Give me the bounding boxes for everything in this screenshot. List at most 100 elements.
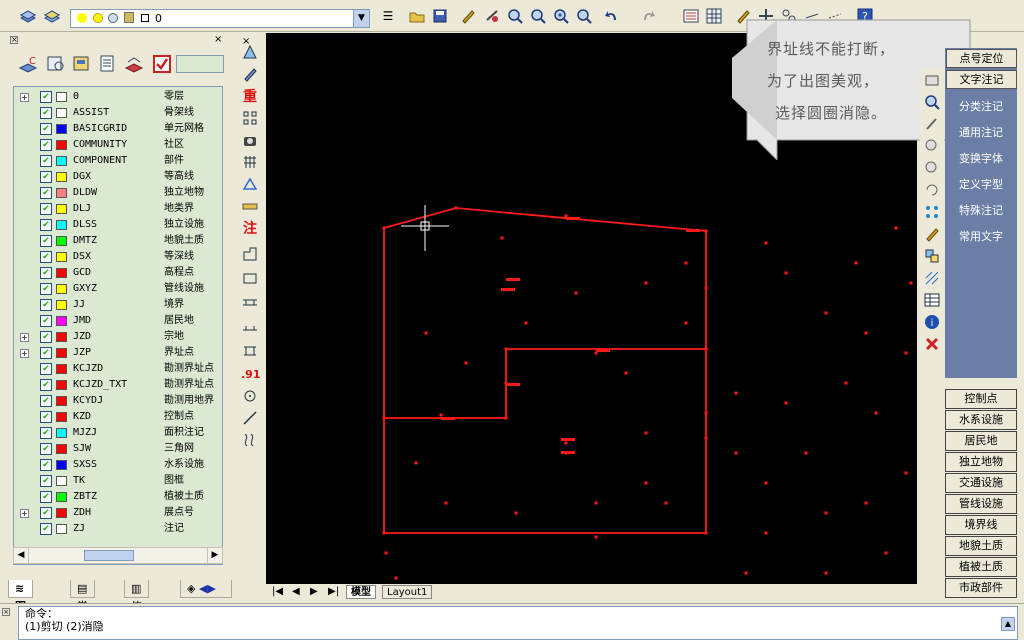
layer-row[interactable]: + ✔ ZDH 展点号	[14, 505, 222, 521]
layer-row[interactable]: ✔ TK 图框	[14, 473, 222, 489]
transfer-icon[interactable]	[241, 66, 259, 84]
layers-manager-icon[interactable]	[18, 6, 38, 26]
edit-pen-icon[interactable]	[923, 226, 941, 244]
scroll-thumb[interactable]	[84, 550, 134, 561]
chevron-down-icon[interactable]: ▼	[353, 10, 369, 27]
block-icon[interactable]	[241, 342, 259, 360]
layer-color-swatch[interactable]	[56, 316, 67, 326]
tab-more[interactable]: ◈ ◀▶	[180, 580, 232, 598]
annotation-item[interactable]: 特殊注记	[946, 202, 1016, 218]
horizontal-scrollbar[interactable]: ◀ ▶	[13, 547, 223, 564]
layer-visible-checkbox[interactable]: ✔	[40, 283, 52, 295]
layer-isolate-icon[interactable]	[124, 54, 144, 74]
layer-row[interactable]: ✔ DLSS 独立设施	[14, 217, 222, 233]
layer-color-swatch[interactable]	[56, 524, 67, 534]
annotation-item[interactable]: 定义字型	[946, 176, 1016, 192]
layer-row[interactable]: ✔ COMPONENT 部件	[14, 153, 222, 169]
circle-point-icon[interactable]	[241, 388, 259, 406]
first-tab-icon[interactable]: |◀	[268, 585, 287, 599]
layer-visible-checkbox[interactable]: ✔	[40, 395, 52, 407]
command-window[interactable]: 命令： (1)剪切 (2)消隐 ▲	[18, 606, 1018, 640]
fence-icon[interactable]	[241, 154, 259, 172]
layer-row[interactable]: ✔ BASICGRID 单元网格	[14, 121, 222, 137]
layer-color-swatch[interactable]	[56, 156, 67, 166]
layer-filter-icon[interactable]	[46, 54, 66, 74]
layer-row[interactable]: ✔ ZBTZ 植被土质	[14, 489, 222, 505]
feature-button[interactable]: 市政部件	[945, 578, 1017, 598]
layer-visible-checkbox[interactable]: ✔	[40, 187, 52, 199]
layer-row[interactable]: ✔ DGX 等高线	[14, 169, 222, 185]
feature-button[interactable]: 控制点	[945, 389, 1017, 409]
layer-state-icon[interactable]	[72, 54, 92, 74]
feature-button[interactable]: 水系设施	[945, 410, 1017, 430]
layer-row[interactable]: ✔ KZD 控制点	[14, 409, 222, 425]
new-layer-icon[interactable]: C	[18, 54, 38, 74]
layer-visible-checkbox[interactable]: ✔	[40, 91, 52, 103]
layer-row[interactable]: ✔ MJZJ 面积注记	[14, 425, 222, 441]
parallel-line-icon[interactable]	[241, 294, 259, 312]
feature-button[interactable]: 植被土质	[945, 557, 1017, 577]
rectangle-icon[interactable]	[241, 270, 259, 288]
layer-color-swatch[interactable]	[56, 332, 67, 342]
layer-visible-checkbox[interactable]: ✔	[40, 475, 52, 487]
undo-icon[interactable]	[602, 6, 622, 26]
expand-icon[interactable]: +	[20, 509, 29, 518]
layer-row[interactable]: ✔ KCYDJ 勘测用地界	[14, 393, 222, 409]
make-current-icon[interactable]: ☰	[378, 6, 398, 26]
layer-color-swatch[interactable]	[56, 188, 67, 198]
tab-layout1[interactable]: Layout1	[382, 585, 433, 599]
layer-color-swatch[interactable]	[56, 364, 67, 374]
layer-visible-checkbox[interactable]: ✔	[40, 235, 52, 247]
layer-color-swatch[interactable]	[56, 236, 67, 246]
feature-button[interactable]: 管线设施	[945, 494, 1017, 514]
point-locate-button[interactable]: 点号定位	[946, 49, 1017, 68]
camera-icon[interactable]	[241, 132, 259, 150]
properties-icon[interactable]	[681, 6, 701, 26]
layer-visible-checkbox[interactable]: ✔	[40, 427, 52, 439]
tab-info[interactable]: ▥ 信息	[124, 580, 149, 631]
layer-color-swatch[interactable]	[56, 508, 67, 518]
feature-button[interactable]: 独立地物	[945, 452, 1017, 472]
layer-row[interactable]: ✔ KCJZD 勘测界址点	[14, 361, 222, 377]
layer-visible-checkbox[interactable]: ✔	[40, 107, 52, 119]
layer-visible-checkbox[interactable]: ✔	[40, 459, 52, 471]
annotate-icon[interactable]: 注	[241, 220, 259, 238]
draw-icon[interactable]	[241, 44, 259, 62]
layer-color-swatch[interactable]	[56, 428, 67, 438]
layer-visible-checkbox[interactable]: ✔	[40, 523, 52, 535]
text-annotation-button[interactable]: 文字注记	[946, 70, 1017, 89]
prev-tab-icon[interactable]: ◀	[288, 585, 304, 599]
dimension-icon[interactable]	[241, 318, 259, 336]
zoom-realtime-icon[interactable]	[505, 6, 525, 26]
checkmark-icon[interactable]	[152, 54, 172, 74]
feature-button[interactable]: 居民地	[945, 431, 1017, 451]
layer-visible-checkbox[interactable]: ✔	[40, 331, 52, 343]
layer-color-swatch[interactable]	[56, 140, 67, 150]
layer-visible-checkbox[interactable]: ✔	[40, 251, 52, 263]
layer-row[interactable]: ✔ DLDW 独立地物	[14, 185, 222, 201]
layer-row[interactable]: ✔ GCD 高程点	[14, 265, 222, 281]
layer-color-swatch[interactable]	[56, 268, 67, 278]
annotation-item[interactable]: 变换字体	[946, 150, 1016, 166]
zoom-window-icon[interactable]	[528, 6, 548, 26]
scroll-left-icon[interactable]: ◀	[14, 548, 29, 563]
layer-color-swatch[interactable]	[56, 460, 67, 470]
layer-row[interactable]: ✔ DMTZ 地貌土质	[14, 233, 222, 249]
layer-color-swatch[interactable]	[56, 172, 67, 182]
layer-row[interactable]: ✔ DSX 等深线	[14, 249, 222, 265]
stack-icon[interactable]	[923, 72, 941, 90]
tab-layers[interactable]: ≋ 图层	[8, 580, 33, 631]
layer-color-swatch[interactable]	[56, 396, 67, 406]
layer-color-swatch[interactable]	[56, 300, 67, 310]
layer-color-swatch[interactable]	[56, 348, 67, 358]
layer-visible-checkbox[interactable]: ✔	[40, 155, 52, 167]
layer-color-swatch[interactable]	[56, 252, 67, 262]
layer-row[interactable]: + ✔ JZD 宗地	[14, 329, 222, 345]
command-scroll-icon[interactable]: ▲	[1001, 617, 1015, 631]
grid-points-icon[interactable]	[241, 110, 259, 128]
layer-row[interactable]: ✔ SXSS 水系设施	[14, 457, 222, 473]
annotation-item[interactable]: 常用文字	[946, 228, 1016, 244]
pan-icon[interactable]	[482, 6, 502, 26]
design-center-icon[interactable]	[704, 6, 724, 26]
layer-row[interactable]: ✔ JJ 境界	[14, 297, 222, 313]
